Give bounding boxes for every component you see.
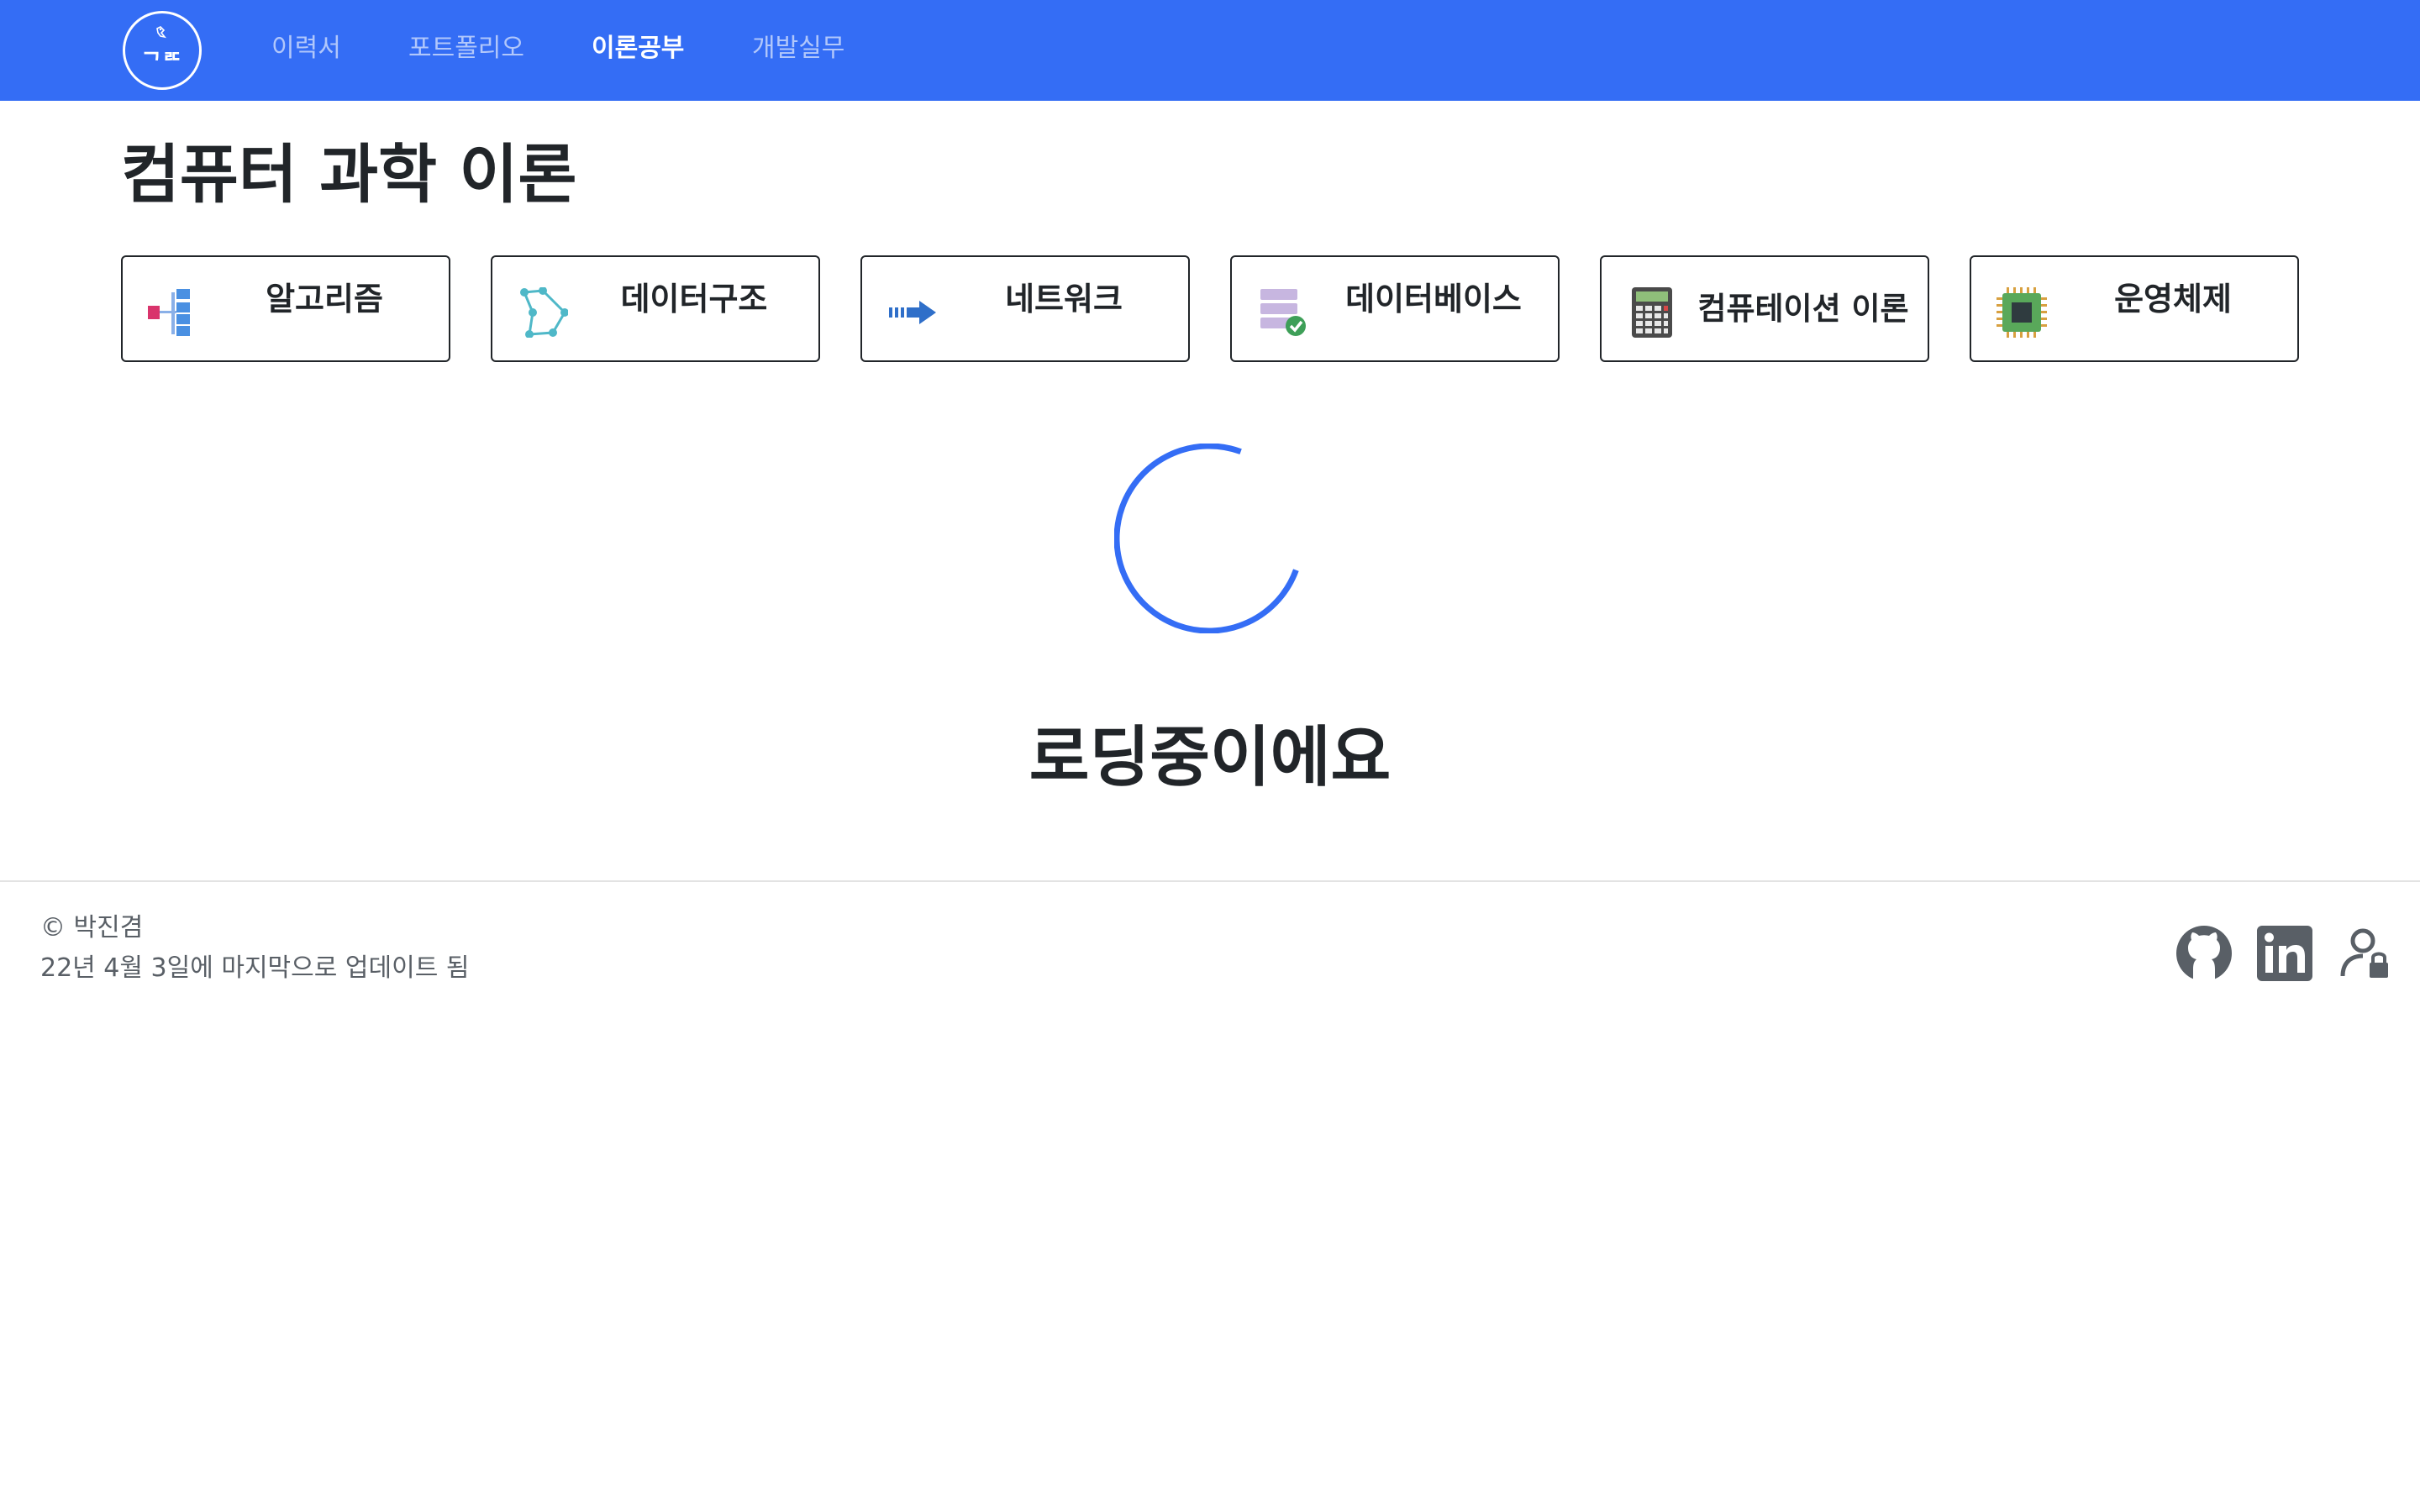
arrow-right-icon (889, 301, 936, 324)
category-card-network[interactable]: 네트워크 (860, 255, 1190, 362)
category-label: 컴퓨테이션 이론 (1697, 290, 1909, 327)
category-label: 네트워크 (1005, 281, 1123, 318)
site-logo[interactable]: ᄀᄅᄃ (123, 11, 202, 90)
calculator-icon (1632, 287, 1672, 338)
category-card-data-structure[interactable]: 데이터구조 (491, 255, 820, 362)
github-icon[interactable] (2175, 924, 2233, 983)
nav-link-resume[interactable]: 이력서 (271, 30, 341, 67)
footer-copyright: © 박진겸 (40, 913, 144, 942)
category-label: 운영체제 (2114, 281, 2232, 318)
cpu-chip-icon (1996, 287, 2047, 338)
footer-divider (0, 880, 2420, 882)
category-card-computation-theory[interactable]: 컴퓨테이션 이론 (1600, 255, 1929, 362)
graph-nodes-icon (520, 287, 568, 338)
category-card-operating-system[interactable]: 운영체제 (1970, 255, 2299, 362)
category-label: 알고리즘 (266, 281, 383, 318)
nav-link-theory[interactable]: 이론공부 (592, 30, 684, 67)
nav-link-dev-practice[interactable]: 개발실무 (752, 30, 844, 67)
category-card-database[interactable]: 데이터베이스 (1230, 255, 1560, 362)
top-navbar: ᄀᄅᄃ 이력서 포트폴리오 이론공부 개발실무 (0, 0, 2420, 101)
nav-link-portfolio[interactable]: 포트폴리오 (408, 30, 524, 67)
horse-logo-icon (156, 26, 166, 39)
database-check-icon (1260, 289, 1306, 336)
user-lock-icon[interactable] (2336, 924, 2395, 983)
loading-text: 로딩중이에요 (1028, 720, 1392, 795)
category-label: 데이터베이스 (1345, 281, 1522, 318)
page-title: 컴퓨터 과학 이론 (121, 137, 577, 212)
category-card-algorithm[interactable]: 알고리즘 (121, 255, 450, 362)
hierarchy-icon (148, 289, 190, 336)
category-label: 데이터구조 (620, 281, 768, 318)
footer-updated-date: 22년 4월 3일에 마지막으로 업데이트 됨 (40, 953, 470, 983)
linkedin-icon[interactable] (2255, 924, 2314, 983)
loading-spinner-icon (1114, 444, 1299, 633)
